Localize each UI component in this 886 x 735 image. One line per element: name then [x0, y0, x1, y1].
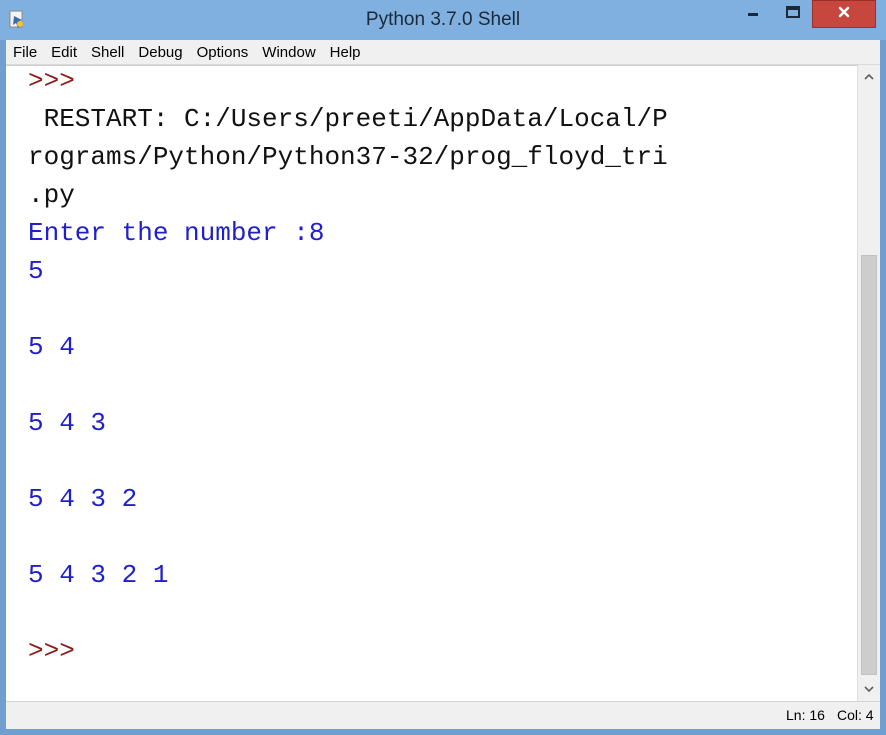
output-row-5: 5 4 3 2 1 — [28, 560, 169, 590]
maximize-icon — [785, 5, 801, 24]
idle-shell-window: Python 3.7.0 Shell File Edit Shell Debug… — [0, 0, 886, 735]
menu-debug[interactable]: Debug — [131, 40, 189, 65]
menu-edit[interactable]: Edit — [44, 40, 84, 65]
output-row-1: 5 — [28, 256, 44, 286]
vertical-scrollbar[interactable] — [857, 65, 880, 701]
menu-bar: File Edit Shell Debug Options Window Hel… — [6, 40, 880, 65]
shell-prompt: >>> — [28, 66, 75, 96]
title-bar[interactable]: Python 3.7.0 Shell — [0, 0, 886, 40]
menu-window[interactable]: Window — [255, 40, 322, 65]
input-prompt-label: Enter the number : — [28, 218, 309, 248]
minimize-button[interactable] — [736, 0, 770, 28]
menu-options[interactable]: Options — [190, 40, 256, 65]
restart-line-1: RESTART: C:/Users/preeti/AppData/Local/P — [28, 104, 668, 134]
output-row-4: 5 4 3 2 — [28, 484, 138, 514]
chevron-down-icon — [864, 680, 874, 698]
restart-line-2: rograms/Python/Python37-32/prog_floyd_tr… — [28, 142, 668, 172]
close-icon — [837, 5, 851, 24]
menu-help[interactable]: Help — [323, 40, 368, 65]
scroll-thumb[interactable] — [861, 255, 877, 675]
maximize-button[interactable] — [776, 0, 810, 28]
status-column-number: Col: 4 — [837, 707, 874, 723]
shell-prompt-final: >>> — [28, 636, 75, 666]
restart-line-3: .py — [28, 180, 75, 210]
input-value: 8 — [308, 218, 325, 248]
close-button[interactable] — [812, 0, 876, 28]
output-row-3: 5 4 3 — [28, 408, 107, 438]
status-bar: Ln: 16 Col: 4 — [6, 701, 880, 729]
menu-file[interactable]: File — [6, 40, 44, 65]
shell-text-area[interactable]: >>> RESTART: C:/Users/preeti/AppData/Loc… — [6, 65, 857, 701]
minimize-icon — [746, 5, 760, 24]
menu-shell[interactable]: Shell — [84, 40, 131, 65]
status-line-number: Ln: 16 — [786, 707, 825, 723]
output-row-2: 5 4 — [28, 332, 75, 362]
scroll-up-button[interactable] — [858, 65, 880, 89]
scroll-down-button[interactable] — [858, 677, 880, 701]
input-prompt-line: Enter the number :8 — [28, 214, 324, 252]
chevron-up-icon — [864, 68, 874, 86]
